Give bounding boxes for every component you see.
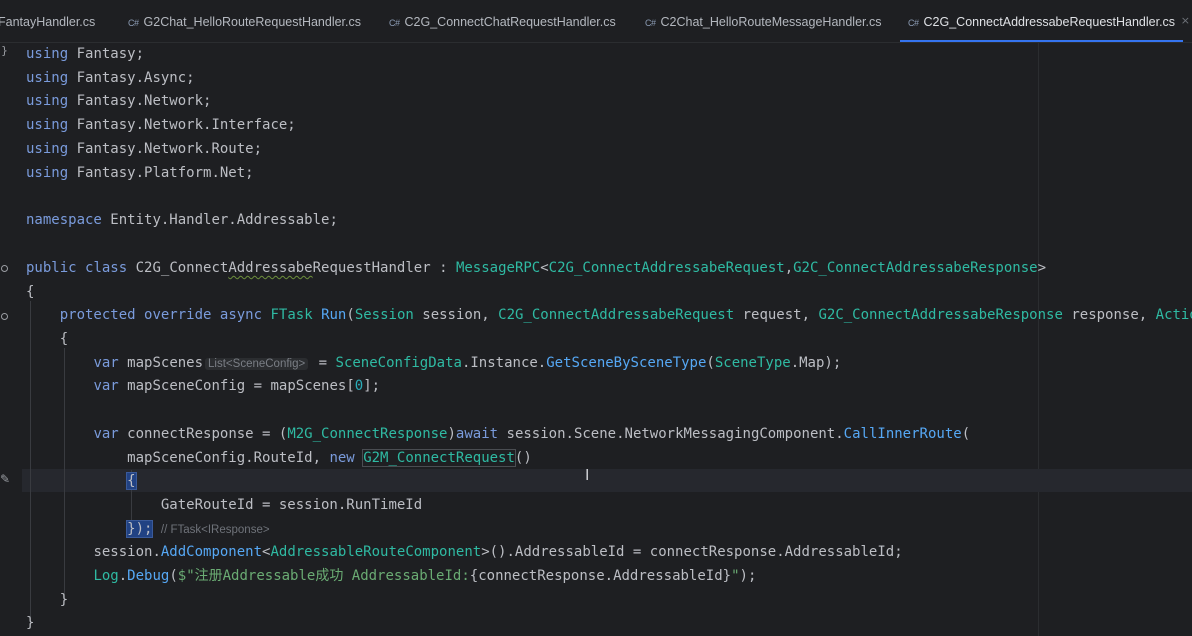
current-line-highlight — [22, 469, 1192, 492]
close-tab-icon[interactable]: × — [1181, 14, 1190, 27]
tab-g2chat-hello-route-request-handler[interactable]: C# G2Chat_HelloRouteRequestHandler.cs — [128, 0, 361, 42]
code-line: { — [126, 472, 137, 490]
csharp-file-icon: C# — [128, 18, 139, 28]
implementation-marker-icon[interactable] — [1, 265, 8, 272]
code-line: GateRouteId = session.RunTimeId — [160, 497, 423, 513]
csharp-file-icon: C# — [908, 18, 919, 28]
code-line: using Fantasy.Network.Route; — [26, 141, 263, 157]
code-line: var mapSceneConfig = mapScenes[0]; — [93, 378, 381, 394]
code-line: { — [59, 331, 69, 347]
code-line: Log.Debug($"注册Addressable成功 AddressableI… — [93, 568, 757, 584]
tab-fantay-handler[interactable]: FantayHandler.cs — [0, 0, 95, 42]
code-line: { — [26, 284, 35, 300]
csharp-file-icon: C# — [645, 18, 656, 28]
tab-c2chat-hello-route-message-handler[interactable]: C# C2Chat_HelloRouteMessageHandler.cs — [645, 0, 881, 42]
tab-c2g-connect-addressabe-request-handler[interactable]: C# C2G_ConnectAddressabeRequestHandler.cs — [899, 0, 1184, 42]
code-line: } — [26, 615, 35, 631]
code-line: var connectResponse = (M2G_ConnectRespon… — [93, 426, 971, 442]
code-line: public class C2G_ConnectAddressabeReques… — [26, 260, 1046, 276]
code-line: }); // FTask<IResponse> — [126, 520, 270, 538]
tab-label: FantayHandler.cs — [0, 15, 96, 29]
code-line: using Fantasy; — [26, 46, 145, 62]
return-type-hint: // FTask<IResponse> — [160, 524, 270, 536]
code-line: using Fantasy.Async; — [26, 70, 195, 86]
code-line: using Fantasy.Platform.Net; — [26, 165, 254, 181]
code-line: using Fantasy.Network; — [26, 93, 212, 109]
text-cursor-icon: I — [585, 466, 590, 484]
tab-label: C2G_ConnectChatRequestHandler.cs — [404, 15, 616, 29]
code-line: namespace Entity.Handler.Addressable; — [26, 212, 338, 228]
editor-gutter: } ✎ — [0, 42, 22, 636]
tab-label: C2Chat_HelloRouteMessageHandler.cs — [660, 15, 882, 29]
tab-label: G2Chat_HelloRouteRequestHandler.cs — [143, 15, 362, 29]
edit-pencil-icon: ✎ — [0, 472, 11, 486]
code-line: session.AddComponent<AddressableRouteCom… — [93, 544, 903, 560]
fold-marker[interactable]: } — [1, 44, 8, 57]
csharp-file-icon: C# — [389, 18, 400, 28]
code-line: } — [59, 592, 69, 608]
code-line: using Fantasy.Network.Interface; — [26, 117, 296, 133]
tab-label: C2G_ConnectAddressabeRequestHandler.cs — [923, 15, 1176, 29]
type-inlay-hint: List<SceneConfig> — [205, 358, 309, 370]
code-line: protected override async FTask Run(Sessi… — [59, 307, 1192, 323]
tab-c2g-connect-chat-request-handler[interactable]: C# C2G_ConnectChatRequestHandler.cs — [389, 0, 616, 42]
code-line: var mapScenes List<SceneConfig> = SceneCo… — [93, 355, 842, 371]
right-margin-guide — [1038, 42, 1039, 636]
editor-tab-bar: FantayHandler.cs C# G2Chat_HelloRouteRequ… — [0, 0, 1192, 43]
code-editor[interactable]: } ✎ using Fantasy; using Fantasy.Async; … — [0, 42, 1192, 636]
override-marker-icon[interactable] — [1, 313, 8, 320]
code-line: mapSceneConfig.RouteId, new G2M_ConnectR… — [127, 449, 532, 467]
